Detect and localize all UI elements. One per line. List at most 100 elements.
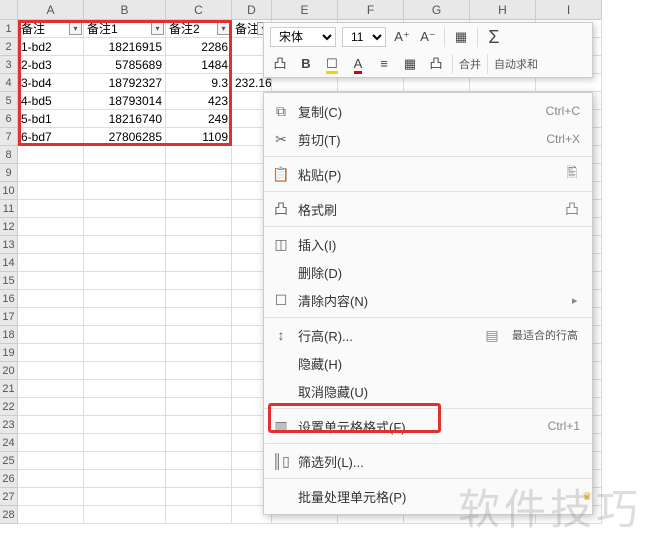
cell[interactable]: 18216915 <box>84 38 166 56</box>
cell[interactable] <box>84 290 166 308</box>
cell[interactable] <box>166 398 232 416</box>
row-header[interactable]: 1 <box>0 20 18 38</box>
cell[interactable] <box>18 308 84 326</box>
cell[interactable] <box>84 398 166 416</box>
cell[interactable] <box>166 146 232 164</box>
table-icon[interactable]: ▦ <box>451 27 471 47</box>
cell[interactable] <box>84 272 166 290</box>
cell[interactable] <box>84 218 166 236</box>
cell[interactable]: 6-bd7 <box>18 128 84 146</box>
menu-hide[interactable]: 隐藏(H) <box>264 349 592 377</box>
cell[interactable] <box>18 470 84 488</box>
cell[interactable]: 9.3 <box>166 74 232 92</box>
cell[interactable] <box>18 416 84 434</box>
cell[interactable]: 2286 <box>166 38 232 56</box>
merge-label[interactable]: 合并 <box>459 56 481 72</box>
format-painter-icon[interactable]: 凸 <box>270 54 290 74</box>
col-header-B[interactable]: B <box>84 0 166 20</box>
row-header[interactable]: 23 <box>0 416 18 434</box>
cell[interactable] <box>18 488 84 506</box>
cell[interactable] <box>166 272 232 290</box>
fontsize-select[interactable]: 11 <box>342 27 386 47</box>
cell[interactable] <box>18 434 84 452</box>
row-header[interactable]: 8 <box>0 146 18 164</box>
row-header[interactable]: 12 <box>0 218 18 236</box>
cell[interactable] <box>18 326 84 344</box>
menu-clear[interactable]: ☐清除内容(N)▸ <box>264 286 592 314</box>
col-header-H[interactable]: H <box>470 0 536 20</box>
cell[interactable]: 1109 <box>166 128 232 146</box>
cell[interactable]: 5785689 <box>84 56 166 74</box>
cell[interactable] <box>18 164 84 182</box>
cell[interactable]: 1-bd2 <box>18 38 84 56</box>
cell[interactable] <box>18 290 84 308</box>
cell[interactable]: 249 <box>166 110 232 128</box>
row-header[interactable]: 25 <box>0 452 18 470</box>
cell[interactable] <box>18 200 84 218</box>
row-header[interactable]: 7 <box>0 128 18 146</box>
row-header[interactable]: 19 <box>0 344 18 362</box>
bold-button[interactable]: B <box>296 54 316 74</box>
cell[interactable] <box>166 362 232 380</box>
cell[interactable] <box>84 488 166 506</box>
autosum-icon[interactable]: Σ <box>484 27 504 47</box>
menu-batch[interactable]: 批量处理单元格(P)♛ <box>264 482 592 510</box>
cell[interactable] <box>166 308 232 326</box>
cell[interactable] <box>84 164 166 182</box>
row-header[interactable]: 2 <box>0 38 18 56</box>
col-header-F[interactable]: F <box>338 0 404 20</box>
row-header[interactable]: 14 <box>0 254 18 272</box>
cell[interactable] <box>18 146 84 164</box>
cell[interactable] <box>84 506 166 524</box>
cell[interactable] <box>166 182 232 200</box>
row-header[interactable]: 13 <box>0 236 18 254</box>
bestfit-icon[interactable]: ▤ <box>472 327 512 344</box>
cell[interactable] <box>18 380 84 398</box>
filter-arrow-icon[interactable]: ▾ <box>151 22 164 35</box>
row-header[interactable]: 24 <box>0 434 18 452</box>
menu-unhide[interactable]: 取消隐藏(U) <box>264 377 592 405</box>
cell[interactable] <box>18 398 84 416</box>
select-all-corner[interactable] <box>0 0 18 20</box>
font-color-icon[interactable]: A <box>348 54 368 74</box>
row-header[interactable]: 21 <box>0 380 18 398</box>
menu-cell-format[interactable]: ▥设置单元格格式(F)...Ctrl+1 <box>264 412 592 440</box>
menu-filter[interactable]: ║▯筛选列(L)... <box>264 447 592 475</box>
row-header[interactable]: 27 <box>0 488 18 506</box>
menu-format-painter[interactable]: 凸格式刷凸 <box>264 195 592 223</box>
menu-paste[interactable]: 📋粘贴(P)🖺 <box>264 160 592 188</box>
cell[interactable] <box>166 200 232 218</box>
cell[interactable] <box>84 452 166 470</box>
cell[interactable]: 4-bd5 <box>18 92 84 110</box>
row-header[interactable]: 3 <box>0 56 18 74</box>
cell[interactable]: 备注2▾ <box>166 20 232 38</box>
cell[interactable]: 备注▾ <box>18 20 84 38</box>
decrease-font-icon[interactable]: A⁻ <box>418 27 438 47</box>
paste-special-icon[interactable]: 🖺 <box>552 162 592 186</box>
autosum-label[interactable]: 自动求和 <box>494 56 538 72</box>
cell[interactable] <box>166 380 232 398</box>
row-header[interactable]: 4 <box>0 74 18 92</box>
col-header-D[interactable]: D <box>232 0 272 20</box>
cell[interactable] <box>166 254 232 272</box>
cell[interactable] <box>18 236 84 254</box>
cell[interactable] <box>18 182 84 200</box>
row-header[interactable]: 16 <box>0 290 18 308</box>
cell[interactable] <box>18 362 84 380</box>
cell[interactable] <box>166 290 232 308</box>
col-header-C[interactable]: C <box>166 0 232 20</box>
merge-icon[interactable]: 凸 <box>426 54 446 74</box>
cell[interactable] <box>166 218 232 236</box>
row-header[interactable]: 5 <box>0 92 18 110</box>
cell[interactable]: 2-bd3 <box>18 56 84 74</box>
cell[interactable] <box>166 506 232 524</box>
cell[interactable] <box>84 470 166 488</box>
menu-insert[interactable]: ◫插入(I) <box>264 230 592 258</box>
row-header[interactable]: 28 <box>0 506 18 524</box>
filter-arrow-icon[interactable]: ▾ <box>217 22 230 35</box>
col-header-G[interactable]: G <box>404 0 470 20</box>
row-header[interactable]: 20 <box>0 362 18 380</box>
cell[interactable]: 3-bd4 <box>18 74 84 92</box>
cell[interactable] <box>84 344 166 362</box>
col-header-I[interactable]: I <box>536 0 602 20</box>
